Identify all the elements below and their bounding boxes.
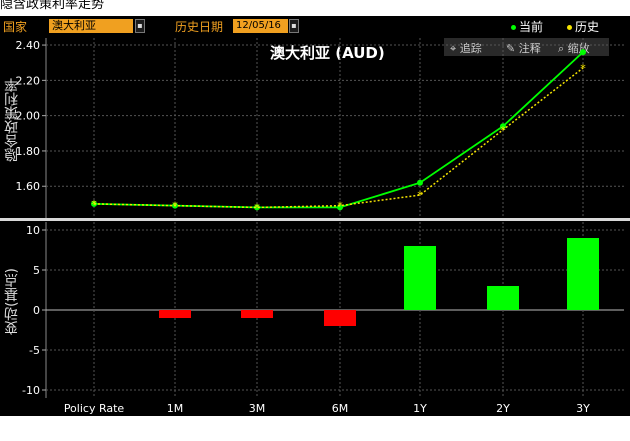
change-bar [487, 286, 519, 310]
history-point: * [580, 62, 586, 75]
history-point: * [91, 198, 97, 211]
x-tick-label: 6M [332, 402, 349, 415]
x-tick-label: Policy Rate [64, 402, 125, 415]
top-y-tick-label: 2.40 [16, 39, 41, 52]
x-tick-label: 1M [167, 402, 184, 415]
history-point: * [500, 124, 506, 137]
bottom-strip [0, 416, 630, 441]
history-point: * [254, 201, 260, 214]
bloomberg-window: 隐含政策利率走势 国家 澳大利亚 ▪ 历史日期 12/05/16 ▪ 当前 历史… [0, 0, 630, 441]
x-tick-label: 3Y [576, 402, 590, 415]
history-point: * [337, 200, 343, 213]
change-bar [404, 246, 436, 310]
history-point: * [417, 189, 423, 202]
current-point [580, 49, 586, 56]
bottom-y-tick-label: 5 [33, 264, 40, 277]
change-bar [567, 238, 599, 310]
current-series-line [93, 51, 584, 209]
x-tick-label: 3M [249, 402, 266, 415]
top-y-tick-label: 2.20 [16, 74, 41, 87]
panel-separator [0, 218, 630, 221]
x-tick-label: 2Y [496, 402, 510, 415]
change-bar [241, 310, 273, 318]
chart-svg: 2.40 2.20 2.00 1.80 1.60 * * * * * * * 10 5 0 -5 -10 Poli… [0, 38, 630, 415]
top-y-tick-label: 2.00 [16, 110, 41, 123]
change-bar [324, 310, 356, 326]
current-point [417, 179, 423, 186]
bottom-y-tick-label: -10 [22, 384, 40, 397]
history-point: * [172, 200, 178, 213]
bottom-y-tick-label: 0 [33, 304, 40, 317]
change-bar [159, 310, 191, 318]
top-y-tick-label: 1.80 [16, 145, 41, 158]
top-y-tick-label: 1.60 [16, 180, 41, 193]
bottom-y-tick-label: -5 [29, 344, 40, 357]
x-tick-label: 1Y [413, 402, 427, 415]
bottom-y-tick-label: 10 [26, 224, 40, 237]
